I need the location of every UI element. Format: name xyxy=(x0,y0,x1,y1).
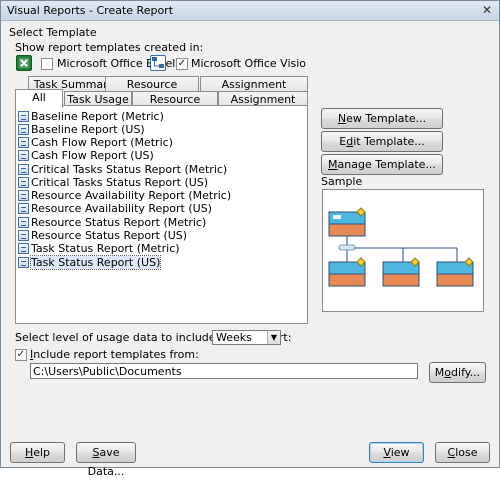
visio-icon xyxy=(150,55,166,71)
template-path-value: C:\Users\Public\Documents xyxy=(33,365,182,378)
visio-report-icon xyxy=(18,190,29,201)
visual-reports-dialog: Visual Reports - Create Report ✕ Select … xyxy=(0,0,500,478)
manage-template-button[interactable]: Manage Template... xyxy=(321,154,443,175)
sample-label: Sample xyxy=(321,175,363,188)
help-button[interactable]: Help xyxy=(10,442,65,463)
list-item[interactable]: Critical Tasks Status Report (Metric) xyxy=(18,163,227,176)
visio-checkbox[interactable]: ✓ xyxy=(176,58,188,70)
edit-template-button[interactable]: Edit Template... xyxy=(321,131,443,152)
list-item-selected[interactable]: Task Status Report (US) xyxy=(18,255,162,270)
close-window-icon[interactable]: ✕ xyxy=(479,3,495,18)
list-item[interactable]: Task Status Report (Metric) xyxy=(18,242,180,255)
list-item[interactable]: Critical Tasks Status Report (US) xyxy=(18,176,208,189)
usage-level-value: Weeks xyxy=(216,331,252,344)
usage-level-select[interactable]: Weeks ▼ xyxy=(212,330,281,345)
visio-report-icon xyxy=(18,243,29,254)
excel-icon xyxy=(16,55,32,71)
chevron-down-icon[interactable]: ▼ xyxy=(267,331,280,344)
modify-button[interactable]: Modify... xyxy=(429,362,486,383)
excel-checkbox[interactable] xyxy=(41,58,53,70)
visio-report-icon xyxy=(18,111,29,122)
visio-report-icon xyxy=(18,150,29,161)
visio-report-icon xyxy=(18,203,29,214)
include-templates-checkbox[interactable]: ✓ xyxy=(15,349,27,361)
title-bar: Visual Reports - Create Report ✕ xyxy=(1,1,499,21)
list-item[interactable]: Cash Flow Report (US) xyxy=(18,149,154,162)
template-path-field[interactable]: C:\Users\Public\Documents xyxy=(30,363,418,379)
list-item[interactable]: Baseline Report (US) xyxy=(18,123,145,136)
view-button[interactable]: View xyxy=(369,442,424,463)
show-templates-label: Show report templates created in: xyxy=(15,41,204,54)
window-title: Visual Reports - Create Report xyxy=(7,4,174,17)
report-template-list[interactable]: Baseline Report (Metric) Baseline Report… xyxy=(15,105,308,324)
select-template-heading: Select Template xyxy=(9,26,97,39)
save-data-button[interactable]: Save Data... xyxy=(76,442,136,478)
visio-checkbox-label[interactable]: Microsoft Office Visio xyxy=(191,57,306,70)
visio-report-icon xyxy=(18,217,29,228)
visio-report-icon xyxy=(18,257,29,268)
visio-report-icon xyxy=(18,164,29,175)
list-item[interactable]: Resource Status Report (Metric) xyxy=(18,216,206,229)
include-templates-label[interactable]: Include report templates from: xyxy=(30,348,199,361)
sample-preview xyxy=(322,189,484,312)
list-item[interactable]: Resource Availability Report (Metric) xyxy=(18,189,231,202)
org-chart-preview-image xyxy=(328,207,474,287)
visio-report-icon xyxy=(18,137,29,148)
tab-all[interactable]: All xyxy=(15,89,63,108)
visio-report-icon xyxy=(18,230,29,241)
close-button[interactable]: Close xyxy=(435,442,490,463)
list-item[interactable]: Cash Flow Report (Metric) xyxy=(18,136,173,149)
visio-report-icon xyxy=(18,177,29,188)
visio-report-icon xyxy=(18,124,29,135)
list-item[interactable]: Resource Status Report (US) xyxy=(18,229,187,242)
list-item[interactable]: Resource Availability Report (US) xyxy=(18,202,212,215)
list-item[interactable]: Baseline Report (Metric) xyxy=(18,110,164,123)
new-template-button[interactable]: New Template... xyxy=(321,108,443,129)
